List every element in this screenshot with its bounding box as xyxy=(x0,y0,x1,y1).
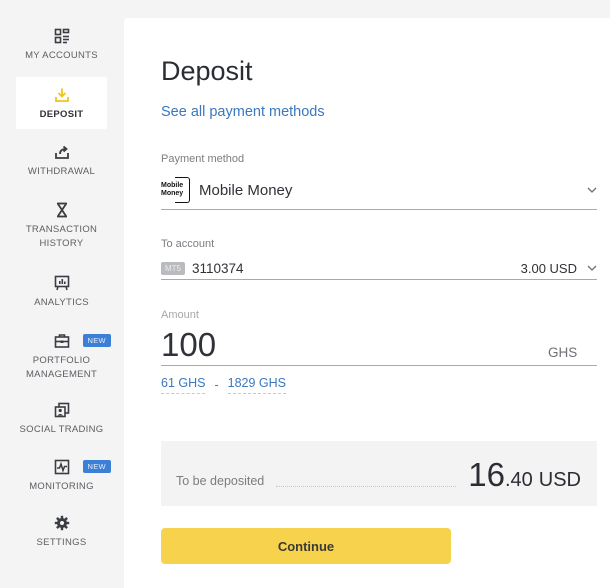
amount-currency: GHS xyxy=(548,345,578,360)
sidebar-item-label: MY ACCOUNTS xyxy=(25,50,98,61)
see-all-payment-methods-link[interactable]: See all payment methods xyxy=(161,104,325,120)
account-balance: 3.00 USD xyxy=(520,260,577,276)
sidebar-item-label: TRANSACTION HISTORY xyxy=(25,224,98,249)
sidebar-item-settings[interactable]: SETTINGS xyxy=(16,513,107,550)
sidebar-item-withdrawal[interactable]: WITHDRAWAL xyxy=(16,142,107,179)
sidebar-item-portfolio-management[interactable]: NEW PORTFOLIO MANAGEMENT xyxy=(16,331,111,382)
mobile-money-logo-icon: Mobile Money xyxy=(161,177,191,203)
new-badge: NEW xyxy=(82,334,111,347)
hourglass-icon xyxy=(56,202,67,218)
deposit-total: 16 .40 USD xyxy=(468,456,581,494)
amount-input[interactable]: 100 xyxy=(161,326,216,364)
platform-tag: MT5 xyxy=(161,261,185,275)
payment-method-select[interactable]: Mobile Money Mobile Money xyxy=(161,175,597,205)
deposit-panel: Deposit See all payment methods Payment … xyxy=(124,18,610,588)
sidebar-item-monitoring[interactable]: NEW MONITORING xyxy=(16,457,111,494)
max-amount-link[interactable]: 1829 GHS xyxy=(227,376,287,394)
monitoring-chart-icon xyxy=(54,459,69,475)
sidebar-item-deposit[interactable]: DEPOSIT xyxy=(16,77,107,129)
amount-limits: 61 GHS - 1829 GHS xyxy=(161,376,287,394)
amount-currency: USD xyxy=(538,469,581,491)
sidebar-item-label: MONITORING xyxy=(29,481,94,492)
payment-method-label: Payment method xyxy=(161,153,245,165)
social-trading-icon xyxy=(54,402,69,418)
sidebar-item-label: WITHDRAWAL xyxy=(27,166,96,177)
analytics-board-icon xyxy=(54,275,69,291)
sidebar-item-social-trading[interactable]: SOCIAL TRADING xyxy=(16,400,107,437)
amount-decimal: .40 xyxy=(504,469,533,491)
chevron-down-icon xyxy=(587,187,597,193)
account-number: 3110374 xyxy=(192,260,244,276)
deposit-summary: To be deposited 16 .40 USD xyxy=(161,441,597,506)
sidebar-item-analytics[interactable]: ANALYTICS xyxy=(16,273,107,310)
sidebar-item-my-accounts[interactable]: MY ACCOUNTS xyxy=(16,26,107,63)
dotted-leader xyxy=(276,486,456,487)
sidebar-item-label: DEPOSIT xyxy=(39,109,84,120)
deposit-download-icon xyxy=(54,88,69,102)
sidebar-nav: MY ACCOUNTS DEPOSIT WITHDRAWAL TRANSACTI… xyxy=(0,0,124,576)
divider xyxy=(161,365,597,366)
accounts-grid-icon xyxy=(54,28,69,44)
sidebar-item-transaction-history[interactable]: TRANSACTION HISTORY xyxy=(16,200,107,251)
chevron-down-icon xyxy=(587,265,597,271)
page-title: Deposit xyxy=(161,56,253,86)
amount-label: Amount xyxy=(161,309,199,321)
to-account-select[interactable]: MT5 3110374 3.00 USD xyxy=(161,259,597,277)
min-amount-link[interactable]: 61 GHS xyxy=(161,376,206,394)
new-badge: NEW xyxy=(82,460,111,473)
sidebar-item-label: SETTINGS xyxy=(36,537,87,548)
gear-icon xyxy=(54,515,69,531)
summary-label: To be deposited xyxy=(176,474,265,488)
briefcase-icon xyxy=(54,334,69,348)
payment-method-value: Mobile Money xyxy=(199,181,293,199)
divider xyxy=(161,209,597,210)
sidebar-item-label: PORTFOLIO MANAGEMENT xyxy=(25,355,98,380)
sidebar-item-label: ANALYTICS xyxy=(34,297,89,308)
limits-separator: - xyxy=(214,378,219,392)
to-account-label: To account xyxy=(161,238,215,250)
continue-button[interactable]: Continue xyxy=(161,528,451,564)
amount-integer: 16 xyxy=(468,456,505,493)
divider xyxy=(161,279,597,280)
withdrawal-upload-icon xyxy=(54,145,69,159)
sidebar-item-label: SOCIAL TRADING xyxy=(19,424,104,435)
